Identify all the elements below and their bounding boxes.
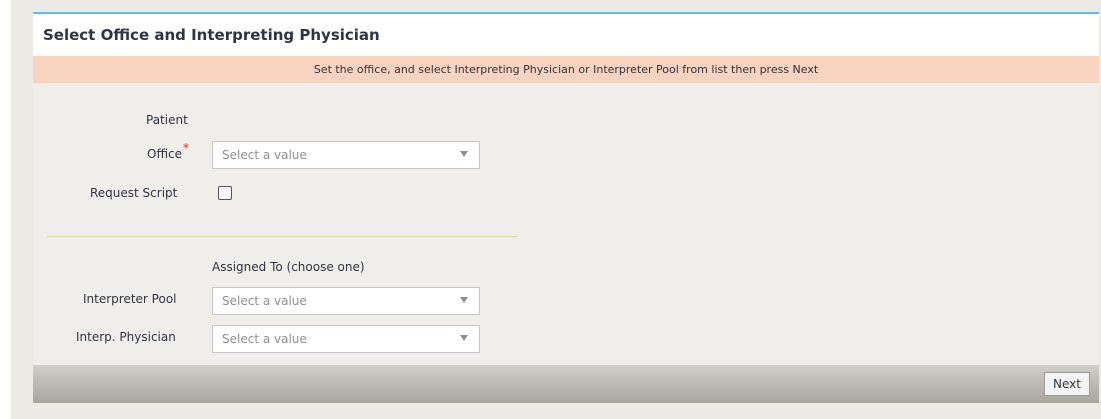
interp-physician-select[interactable]: Select a value [212,325,480,353]
dialog-footer: Next [33,365,1099,403]
office-label: Office [147,147,183,161]
required-marker: * [183,141,190,155]
chevron-down-icon [460,297,468,303]
section-divider [47,236,517,237]
dialog-title: Select Office and Interpreting Physician [43,26,380,44]
request-script-checkbox[interactable] [218,186,232,200]
request-script-label: Request Script [90,186,178,200]
interp-physician-label: Interp. Physician [76,330,176,344]
chevron-down-icon [460,335,468,341]
instruction-banner: Set the office, and select Interpreting … [33,56,1099,83]
interpreter-pool-label: Interpreter Pool [83,292,177,306]
assigned-to-label: Assigned To (choose one) [212,260,365,274]
patient-label: Patient [146,113,188,127]
dialog-header: Select Office and Interpreting Physician [33,14,1099,56]
instruction-text: Set the office, and select Interpreting … [313,63,819,76]
office-label-wrap: Office* [147,141,189,161]
office-select[interactable]: Select a value [212,141,480,169]
chevron-down-icon [460,151,468,157]
office-select-value: Select a value [222,148,307,162]
interp-physician-select-value: Select a value [222,332,307,346]
next-button[interactable]: Next [1044,372,1090,396]
interpreter-pool-select-value: Select a value [222,294,307,308]
select-office-dialog: Select Office and Interpreting Physician… [33,12,1099,403]
interpreter-pool-select[interactable]: Select a value [212,287,480,315]
